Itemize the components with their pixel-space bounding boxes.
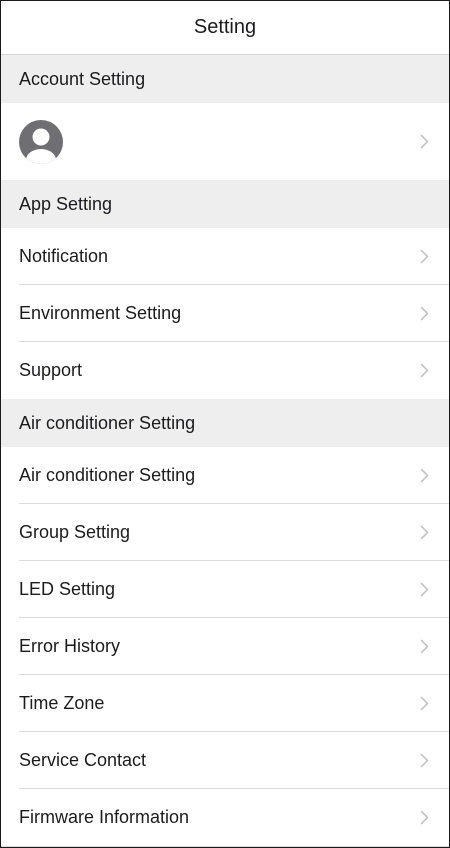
chevron-right-icon bbox=[417, 752, 431, 770]
settings-row-notification[interactable]: Notification bbox=[1, 228, 449, 285]
row-label: Group Setting bbox=[19, 522, 131, 542]
row-label: Environment Setting bbox=[19, 303, 182, 323]
row-label: Service Contact bbox=[19, 750, 147, 770]
list-bottom-separator bbox=[1, 846, 449, 847]
chevron-right-icon bbox=[417, 638, 431, 656]
settings-screen: Setting Account Setting App Setting Noti… bbox=[0, 0, 450, 848]
user-avatar-icon bbox=[19, 119, 63, 164]
chevron-right-icon bbox=[417, 809, 431, 827]
row-label: LED Setting bbox=[19, 579, 116, 599]
settings-row-error-history[interactable]: Error History bbox=[1, 618, 449, 675]
chevron-right-icon bbox=[417, 467, 431, 485]
chevron-right-icon bbox=[417, 695, 431, 713]
row-label: Notification bbox=[19, 246, 109, 266]
chevron-right-icon bbox=[417, 524, 431, 542]
settings-row-environment-setting[interactable]: Environment Setting bbox=[1, 285, 449, 342]
chevron-right-icon bbox=[417, 248, 431, 266]
section-header-air-conditioner: Air conditioner Setting bbox=[1, 399, 449, 447]
settings-row-service-contact[interactable]: Service Contact bbox=[1, 732, 449, 789]
row-label: Air conditioner Setting bbox=[19, 465, 196, 485]
settings-row-led-setting[interactable]: LED Setting bbox=[1, 561, 449, 618]
chevron-right-icon bbox=[417, 305, 431, 323]
settings-row-firmware-information[interactable]: Firmware Information bbox=[1, 789, 449, 846]
navigation-bar: Setting bbox=[1, 1, 449, 55]
chevron-right-icon bbox=[417, 133, 431, 151]
section-header-account: Account Setting bbox=[1, 55, 449, 103]
row-label: Support bbox=[19, 360, 83, 380]
settings-row-air-conditioner-setting[interactable]: Air conditioner Setting bbox=[1, 447, 449, 504]
row-label: Error History bbox=[19, 636, 121, 656]
settings-row-time-zone[interactable]: Time Zone bbox=[1, 675, 449, 732]
chevron-right-icon bbox=[417, 362, 431, 380]
settings-row-support[interactable]: Support bbox=[1, 342, 449, 399]
row-label: Time Zone bbox=[19, 693, 105, 713]
settings-row-group-setting[interactable]: Group Setting bbox=[1, 504, 449, 561]
account-row[interactable] bbox=[1, 103, 449, 180]
row-label: Firmware Information bbox=[19, 807, 190, 827]
page-title: Setting bbox=[193, 16, 257, 38]
section-header-app: App Setting bbox=[1, 180, 449, 228]
chevron-right-icon bbox=[417, 581, 431, 599]
